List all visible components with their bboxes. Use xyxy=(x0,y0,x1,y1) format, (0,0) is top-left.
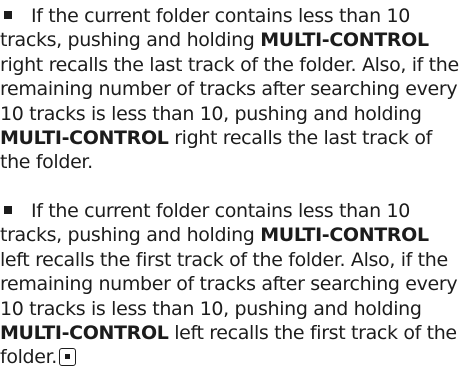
note-line: 10 tracks is less than 10, pushing and h… xyxy=(0,297,422,320)
note-line: remaining number of tracks after searchi… xyxy=(0,78,458,101)
note-line: tracks, pushing and holding MULTI-CONTRO… xyxy=(0,29,429,52)
manual-page: If the current folder contains less than… xyxy=(0,0,461,390)
note-line: MULTI-CONTROL left recalls the first tra… xyxy=(0,322,457,345)
note-line: MULTI-CONTROL right recalls the last tra… xyxy=(0,127,432,150)
end-of-section-icon xyxy=(59,348,76,367)
note-line: the folder. xyxy=(0,151,93,174)
square-bullet-icon xyxy=(4,11,12,19)
note-line: If the current folder contains less than… xyxy=(0,199,461,223)
note-line: If the current folder contains less than… xyxy=(0,4,461,28)
note-line: left recalls the first track of the fold… xyxy=(0,248,448,271)
note-paragraph-2: If the current folder contains less than… xyxy=(0,199,461,370)
multi-control-label: MULTI-CONTROL xyxy=(260,29,429,52)
note-line: 10 tracks is less than 10, pushing and h… xyxy=(0,102,422,125)
note-line: tracks, pushing and holding MULTI-CONTRO… xyxy=(0,224,429,247)
multi-control-label: MULTI-CONTROL xyxy=(260,224,429,247)
multi-control-label: MULTI-CONTROL xyxy=(0,127,169,150)
note-line: remaining number of tracks after searchi… xyxy=(0,273,458,296)
note-paragraph-1: If the current folder contains less than… xyxy=(0,4,461,175)
note-line: folder. xyxy=(0,345,461,369)
multi-control-label: MULTI-CONTROL xyxy=(0,322,169,345)
note-line: right recalls the last track of the fold… xyxy=(0,53,459,76)
square-bullet-icon xyxy=(4,206,12,214)
